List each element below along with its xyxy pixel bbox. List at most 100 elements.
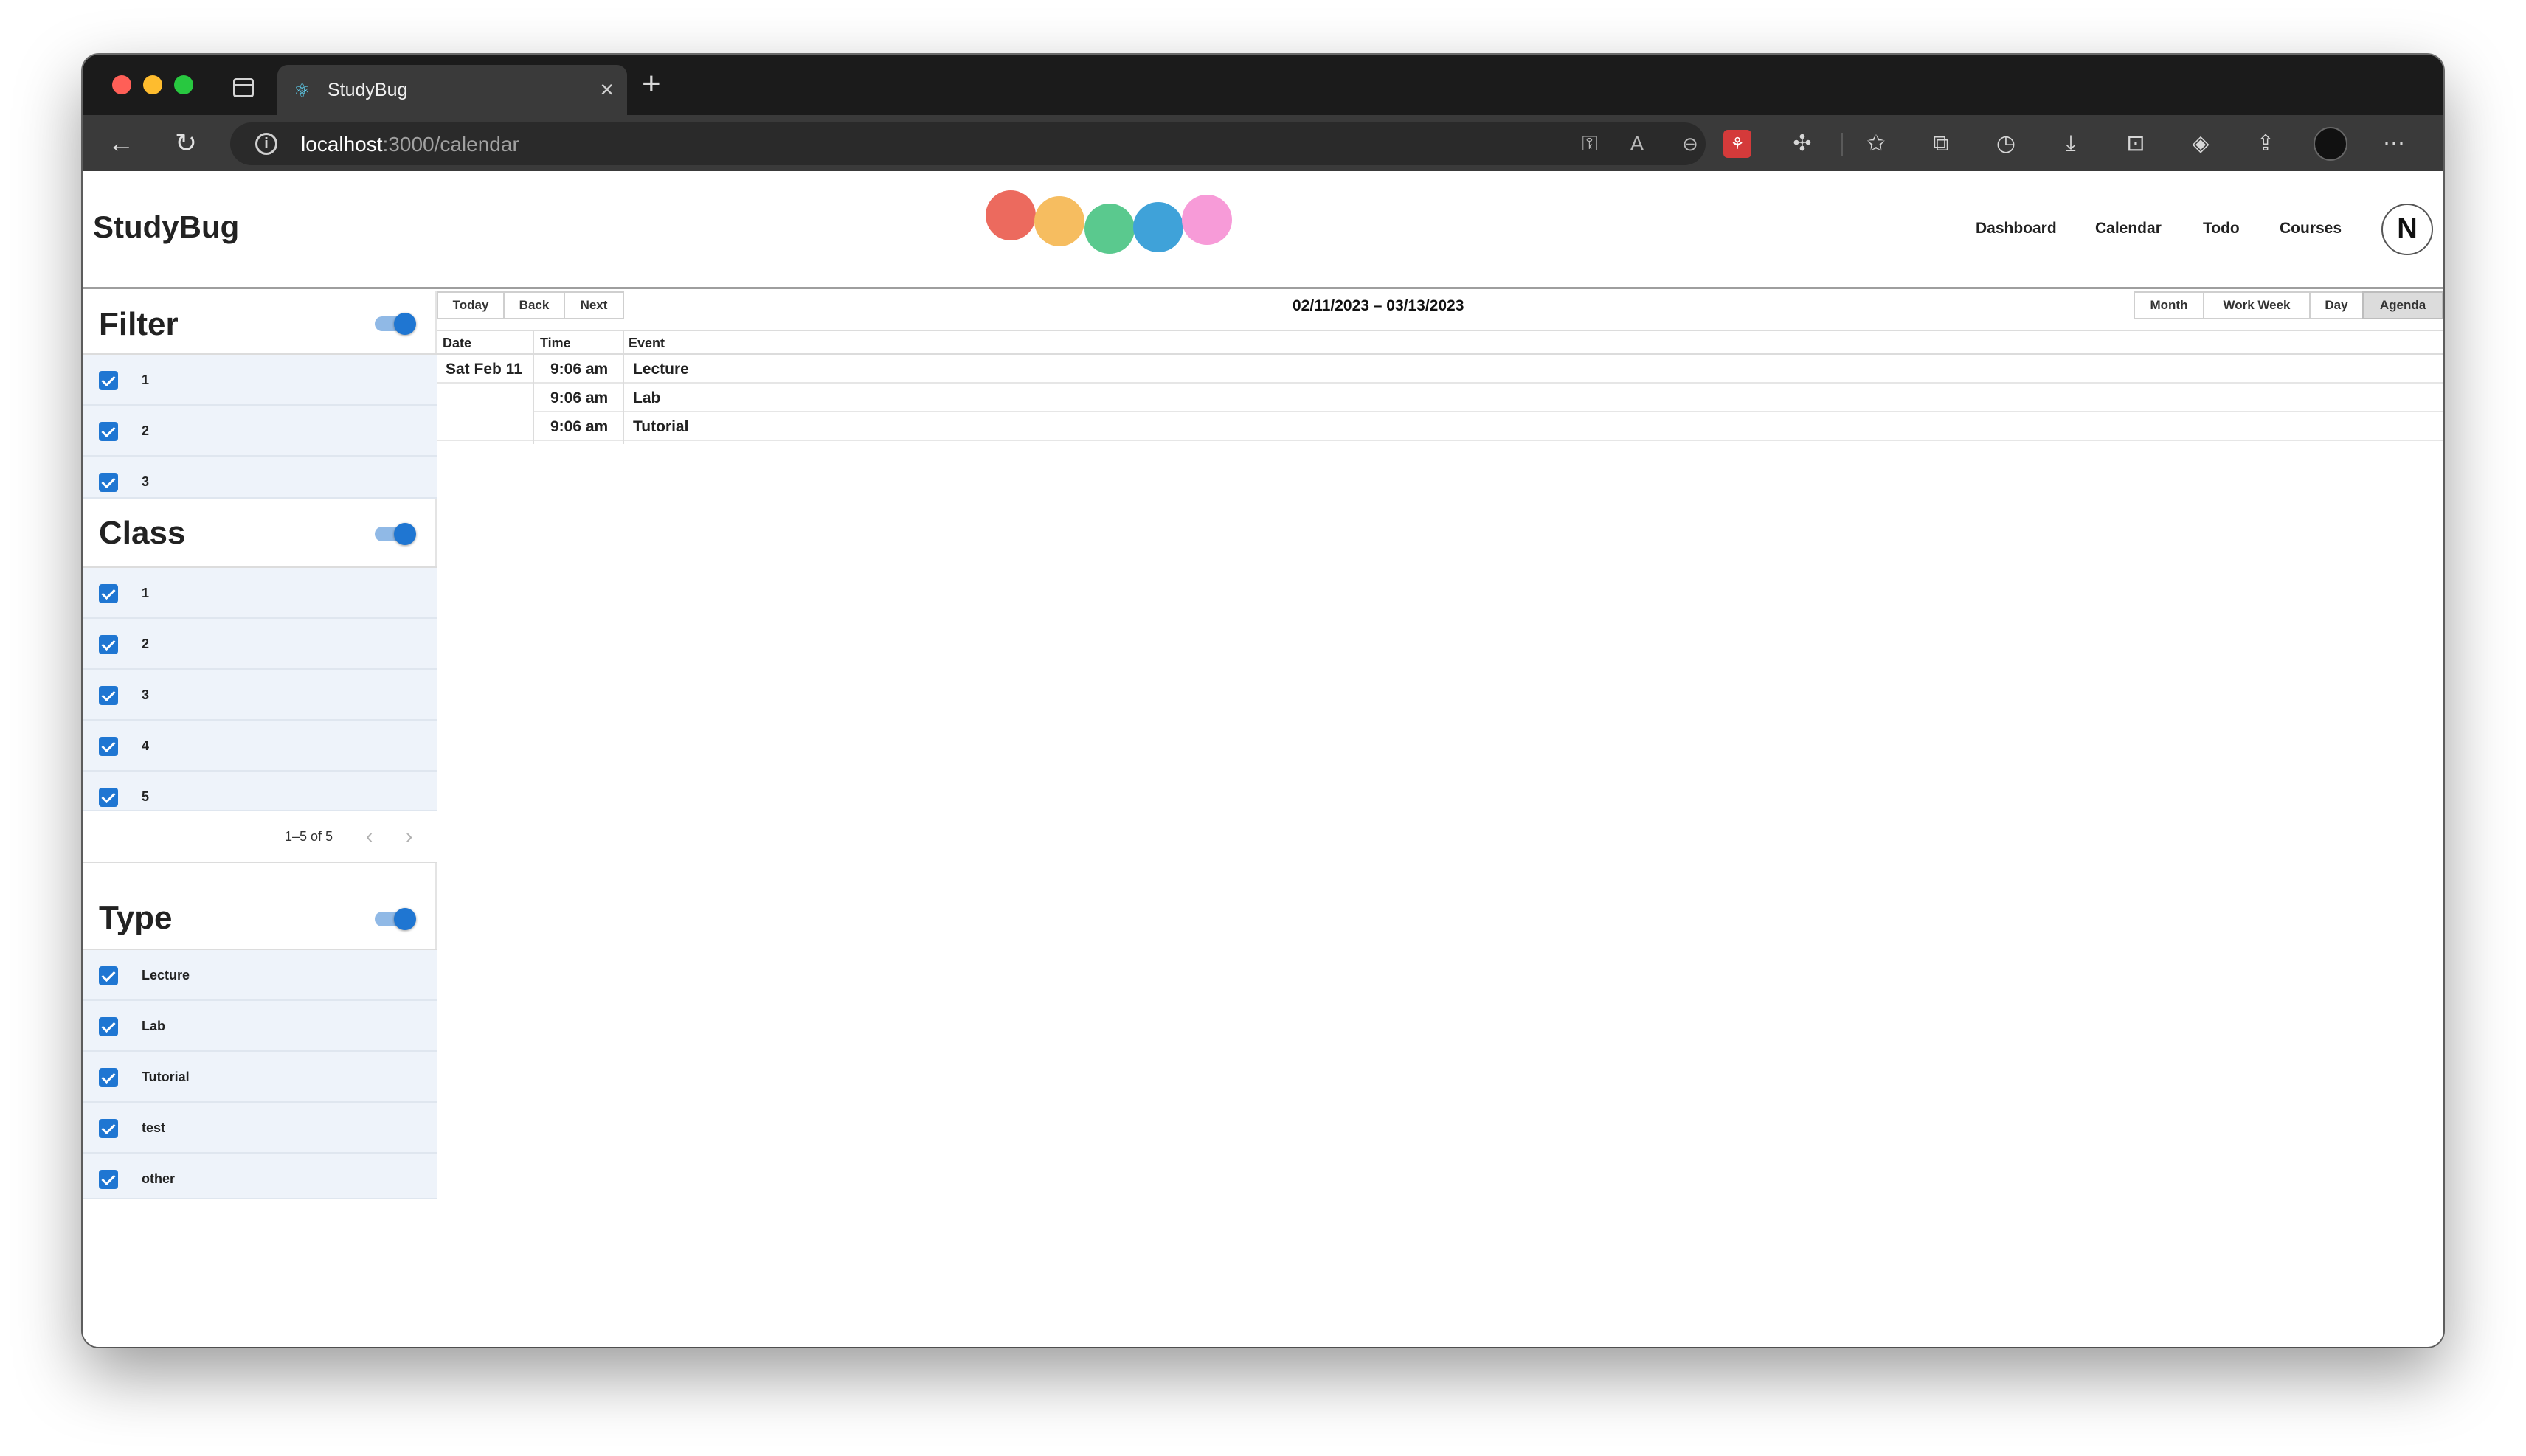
tab-actions-icon[interactable]: [233, 78, 254, 97]
agenda-event[interactable]: Lecture: [633, 361, 689, 378]
checkbox-checked[interactable]: [99, 635, 118, 654]
browser-tab[interactable]: ⚛ StudyBug ×: [277, 65, 627, 115]
url-path: :3000/calendar: [382, 133, 519, 156]
class-item-label: 5: [142, 789, 150, 804]
nav-courses[interactable]: Courses: [2280, 220, 2342, 238]
class-item-label: 1: [142, 586, 150, 600]
agenda-event[interactable]: Lab: [633, 389, 660, 407]
class-item[interactable]: 5: [83, 772, 437, 811]
class-item-label: 4: [142, 738, 150, 753]
collections-icon[interactable]: ⧉: [1927, 130, 1955, 158]
today-button[interactable]: Today: [437, 291, 505, 319]
next-button[interactable]: Next: [564, 291, 624, 319]
checkbox-checked[interactable]: [99, 371, 118, 390]
filter-item-label: 3: [142, 474, 150, 489]
back-button[interactable]: Back: [503, 291, 565, 319]
type-item[interactable]: Tutorial: [83, 1052, 437, 1103]
checkbox-checked[interactable]: [99, 1068, 118, 1087]
view-work-week-button[interactable]: Work Week: [2203, 291, 2311, 319]
url-host: localhost: [301, 133, 383, 156]
class-pagination: 1–5 of 5 ‹ ›: [83, 811, 437, 863]
agenda-row[interactable]: Sat Feb 11 9:06 am Lecture: [437, 355, 2443, 384]
agenda-row[interactable]: 9:06 am Lab: [534, 384, 2443, 412]
react-favicon-icon: ⚛: [294, 80, 311, 102]
extension-red-icon[interactable]: ⚘: [1723, 130, 1751, 158]
filter-item[interactable]: 2: [83, 406, 437, 457]
class-toggle[interactable]: [375, 523, 416, 545]
class-item[interactable]: 4: [83, 721, 437, 772]
class-item[interactable]: 2: [83, 619, 437, 670]
next-page-icon[interactable]: ›: [406, 825, 412, 848]
type-title: Type: [99, 900, 173, 936]
checkbox-checked[interactable]: [99, 1017, 118, 1036]
download-icon[interactable]: ⤓: [2057, 130, 2085, 158]
filter-section-header: Filter: [83, 291, 437, 355]
type-item[interactable]: other: [83, 1154, 437, 1199]
minimize-window-button[interactable]: [143, 75, 162, 94]
type-toggle[interactable]: [375, 908, 416, 930]
checkbox-checked[interactable]: [99, 422, 118, 441]
checkbox-checked[interactable]: [99, 1170, 118, 1189]
checkbox-checked[interactable]: [99, 584, 118, 603]
reload-icon[interactable]: ↻: [168, 125, 204, 161]
checkbox-checked[interactable]: [99, 686, 118, 705]
type-item[interactable]: Lecture: [83, 950, 437, 1001]
favorites-icon[interactable]: ✩: [1862, 130, 1890, 158]
checkbox-checked[interactable]: [99, 1119, 118, 1138]
class-item[interactable]: 1: [83, 568, 437, 619]
brand-title[interactable]: StudyBug: [93, 209, 239, 245]
type-item[interactable]: Lab: [83, 1001, 437, 1052]
filter-toggle[interactable]: [375, 313, 416, 335]
key-icon[interactable]: ⚿: [1577, 131, 1602, 156]
agenda-date: Sat Feb 11: [446, 361, 522, 378]
filter-item[interactable]: 3: [83, 457, 437, 499]
class-section-header: Class: [83, 499, 437, 568]
class-item[interactable]: 3: [83, 670, 437, 721]
performance-icon[interactable]: ◈: [2187, 130, 2215, 158]
filter-item-label: 2: [142, 423, 150, 438]
agenda-event[interactable]: Tutorial: [633, 418, 688, 436]
nav-todo[interactable]: Todo: [2203, 220, 2240, 238]
nav-calendar[interactable]: Calendar: [2095, 220, 2162, 238]
nav-dashboard[interactable]: Dashboard: [1976, 220, 2057, 238]
checkbox-checked[interactable]: [99, 473, 118, 492]
tab-title: StudyBug: [328, 80, 408, 100]
view-day-button[interactable]: Day: [2309, 291, 2364, 319]
type-item[interactable]: test: [83, 1103, 437, 1154]
address-bar[interactable]: i localhost:3000/calendar ⚿ A ⊖ ☆: [230, 122, 1751, 165]
read-aloud-icon[interactable]: A: [1624, 131, 1650, 156]
zoom-out-icon[interactable]: ⊖: [1678, 131, 1703, 156]
agenda-table: Date Time Event Sat Feb 11 9:06 am Lectu…: [437, 330, 2443, 444]
checkbox-checked[interactable]: [99, 966, 118, 985]
agenda-header-row: Date Time Event: [437, 331, 2443, 355]
close-tab-icon[interactable]: ×: [600, 77, 614, 102]
site-info-icon[interactable]: i: [255, 133, 277, 155]
agenda-time: 9:06 am: [550, 361, 609, 378]
profile-avatar[interactable]: [2314, 127, 2347, 161]
prev-page-icon[interactable]: ‹: [366, 825, 373, 848]
view-agenda-button[interactable]: Agenda: [2362, 291, 2443, 319]
url-text[interactable]: localhost:3000/calendar: [301, 133, 519, 156]
column-divider: [623, 331, 624, 444]
share-icon[interactable]: ⇪: [2252, 130, 2280, 158]
user-avatar[interactable]: N: [2381, 204, 2433, 255]
more-icon[interactable]: ⋯: [2380, 130, 2408, 158]
agenda-time: 9:06 am: [550, 389, 609, 406]
new-tab-button[interactable]: +: [642, 68, 661, 100]
agenda-row[interactable]: 9:06 am Tutorial: [437, 412, 2443, 441]
extensions-icon[interactable]: ✣: [1788, 130, 1816, 158]
maximize-window-button[interactable]: [174, 75, 193, 94]
type-item-label: test: [142, 1120, 166, 1135]
screenshot-icon[interactable]: ⊡: [2122, 130, 2150, 158]
filter-panel: Filter 1 2 3 Class 1 2 3 4 5 1–5 of 5 ‹ …: [83, 291, 437, 1199]
back-icon[interactable]: ←: [103, 125, 139, 161]
filter-title: Filter: [99, 306, 179, 342]
view-month-button[interactable]: Month: [2134, 291, 2204, 319]
filter-item[interactable]: 1: [83, 355, 437, 406]
checkbox-checked[interactable]: [99, 737, 118, 756]
history-icon[interactable]: ◷: [1992, 130, 2020, 158]
type-section-header: Type: [83, 884, 437, 950]
logo-circle: [1084, 204, 1135, 254]
close-window-button[interactable]: [112, 75, 131, 94]
checkbox-checked[interactable]: [99, 788, 118, 807]
